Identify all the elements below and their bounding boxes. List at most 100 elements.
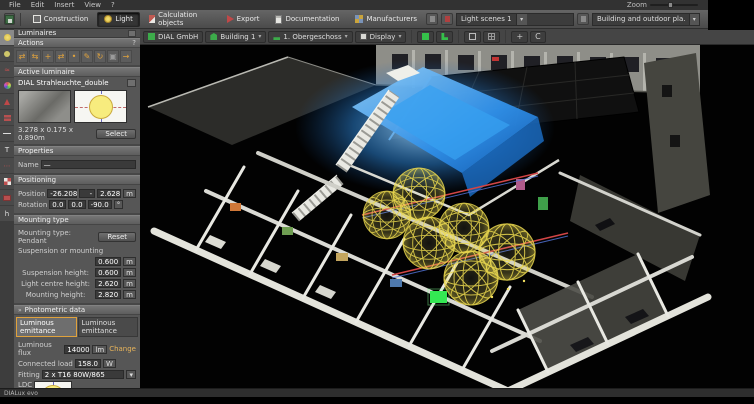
raster-icon bbox=[488, 33, 495, 40]
fitting-dropdown[interactable]: 2 x T16 80W/865 bbox=[42, 370, 125, 379]
position-x-field[interactable]: -26.208 bbox=[47, 189, 77, 198]
color-wheel-icon bbox=[4, 82, 11, 89]
toolbar-separator bbox=[458, 30, 459, 43]
luminaire-ldc-thumbnail[interactable] bbox=[74, 90, 127, 123]
properties-title: Properties bbox=[18, 147, 53, 155]
mounting-row-field[interactable]: 0.600 bbox=[95, 257, 121, 266]
bulb-icon bbox=[4, 51, 10, 57]
mode-export-button[interactable]: Export bbox=[220, 12, 267, 27]
properties-header[interactable]: Properties bbox=[14, 146, 140, 156]
tool-luminaires[interactable] bbox=[0, 30, 14, 45]
list-icon[interactable] bbox=[128, 30, 136, 37]
light-scene-prev-button[interactable] bbox=[426, 13, 438, 25]
rotation-y-field[interactable]: 0.0 bbox=[68, 200, 85, 209]
menu-item[interactable]: File bbox=[4, 1, 26, 9]
raster-button[interactable] bbox=[483, 31, 500, 43]
menu-item[interactable]: View bbox=[79, 1, 106, 9]
tool-height[interactable]: h bbox=[0, 206, 14, 221]
distribute-vertical-icon[interactable]: ⇆ bbox=[29, 50, 41, 63]
point-icon[interactable]: • bbox=[68, 50, 80, 63]
rotation-z-field[interactable]: -90.0 bbox=[88, 200, 112, 209]
luminaire-photo-thumbnail[interactable] bbox=[18, 90, 71, 123]
tab-luminous-emittance-2[interactable]: Luminous emittance bbox=[78, 317, 139, 337]
connected-load-field[interactable]: 158.0 bbox=[75, 359, 101, 368]
height-icon: h bbox=[5, 210, 9, 218]
display-dropdown[interactable]: Display ▾ bbox=[355, 31, 407, 43]
zoom-slider-handle[interactable] bbox=[668, 2, 673, 8]
change-link[interactable]: Change bbox=[109, 345, 136, 353]
menu-item[interactable]: Insert bbox=[49, 1, 79, 9]
fit-view-button[interactable] bbox=[464, 31, 481, 43]
position-z-field[interactable]: 2.628 bbox=[97, 189, 121, 198]
mode-manufacturers-button[interactable]: Manufacturers bbox=[348, 12, 424, 27]
floor-icon bbox=[273, 33, 280, 40]
mounting-row-field[interactable]: 2.820 bbox=[95, 290, 121, 299]
light-scene-dropdown[interactable]: Light scenes 1 ▾ bbox=[456, 13, 574, 26]
name-field[interactable]: — bbox=[41, 160, 136, 169]
positioning-header[interactable]: Positioning bbox=[14, 175, 140, 185]
catalog-icon[interactable] bbox=[127, 79, 136, 87]
reset-button[interactable]: Reset bbox=[98, 232, 136, 242]
luminaire-ldc-sphere[interactable] bbox=[393, 168, 445, 220]
menu-item[interactable]: ? bbox=[106, 1, 120, 9]
chevron-down-icon[interactable]: ▾ bbox=[126, 370, 136, 379]
rotate-icon[interactable]: ↻ bbox=[94, 50, 106, 63]
save-button[interactable] bbox=[4, 13, 15, 25]
light-label: Light bbox=[115, 15, 132, 23]
building-dropdown[interactable]: Building 1 ▾ bbox=[205, 31, 266, 43]
paste-icon[interactable]: → bbox=[120, 50, 132, 63]
ldc-label: LDC bbox=[18, 381, 32, 388]
presentation-screen bbox=[428, 289, 449, 305]
mode-calculation-objects-button[interactable]: Calculation objects bbox=[142, 12, 218, 27]
mode-light-button[interactable]: Light bbox=[97, 12, 139, 27]
mode-documentation-button[interactable]: Documentation bbox=[268, 12, 346, 27]
exit-sign bbox=[492, 57, 499, 61]
zoom-in-button[interactable]: + bbox=[511, 31, 528, 43]
luminaires-sidebar: Luminaires Actions ? ⇄ ⇆ + ⇄ • ✎ ↻ ▣ → bbox=[14, 29, 140, 388]
active-luminaire-header[interactable]: Active luminaire bbox=[14, 67, 140, 77]
toolbar-separator bbox=[411, 30, 412, 43]
show-3d-button[interactable] bbox=[417, 31, 434, 43]
move-icon[interactable]: + bbox=[42, 50, 54, 63]
tool-points[interactable]: ⋯ bbox=[0, 158, 14, 173]
mounting-header[interactable]: Mounting type bbox=[14, 215, 140, 225]
actions-header[interactable]: Actions ? bbox=[14, 38, 140, 48]
reset-camera-button[interactable]: C bbox=[530, 31, 546, 43]
show-floorplan-button[interactable] bbox=[436, 31, 453, 43]
luminous-flux-field[interactable]: 14000 bbox=[64, 345, 90, 354]
display-label: Display bbox=[370, 33, 396, 41]
scene-options-button[interactable] bbox=[577, 13, 589, 25]
distribute-horizontal-icon[interactable]: ⇄ bbox=[16, 50, 28, 63]
help-icon[interactable]: ? bbox=[132, 39, 136, 47]
3d-viewport[interactable] bbox=[140, 45, 754, 388]
select-button[interactable]: Select bbox=[96, 129, 136, 139]
tool-groups[interactable] bbox=[0, 110, 14, 125]
tool-colours[interactable] bbox=[0, 78, 14, 93]
tool-arrangement[interactable] bbox=[0, 174, 14, 189]
edit-icon[interactable]: ✎ bbox=[81, 50, 93, 63]
floor-dropdown[interactable]: 1. Obergeschoss ▾ bbox=[268, 31, 352, 43]
view-mode-value: Building and outdoor pla... bbox=[597, 15, 685, 23]
view-mode-dropdown[interactable]: Building and outdoor pla... ▾ bbox=[592, 13, 700, 26]
ldc-diagram[interactable] bbox=[34, 381, 72, 388]
rotation-x-field[interactable]: 0.0 bbox=[49, 200, 66, 209]
menu-item[interactable]: Edit bbox=[26, 1, 50, 9]
zoom-slider[interactable] bbox=[650, 4, 698, 6]
photometric-header[interactable]: » Photometric data bbox=[14, 305, 140, 315]
luminaire-ldc-sphere[interactable] bbox=[479, 224, 535, 280]
project-button[interactable]: DIAL GmbH bbox=[143, 31, 203, 43]
mode-construction-button[interactable]: Construction bbox=[26, 12, 96, 27]
tool-measure[interactable] bbox=[0, 126, 14, 141]
tab-luminous-emittance-1[interactable]: Luminous emittance bbox=[16, 317, 77, 337]
tool-spotlight[interactable] bbox=[0, 94, 14, 109]
copy-icon[interactable]: ▣ bbox=[107, 50, 119, 63]
tool-light-control[interactable]: ≈ bbox=[0, 62, 14, 77]
tool-panel[interactable] bbox=[0, 190, 14, 205]
spacing-icon[interactable]: ⇄ bbox=[55, 50, 67, 63]
light-scene-record-button[interactable] bbox=[441, 13, 453, 25]
tool-lamps[interactable] bbox=[0, 46, 14, 61]
mounting-row-field[interactable]: 0.600 bbox=[95, 268, 121, 277]
tool-text[interactable]: T bbox=[0, 142, 14, 157]
position-y-field[interactable]: - bbox=[79, 189, 95, 198]
mounting-row-field[interactable]: 2.620 bbox=[95, 279, 121, 288]
